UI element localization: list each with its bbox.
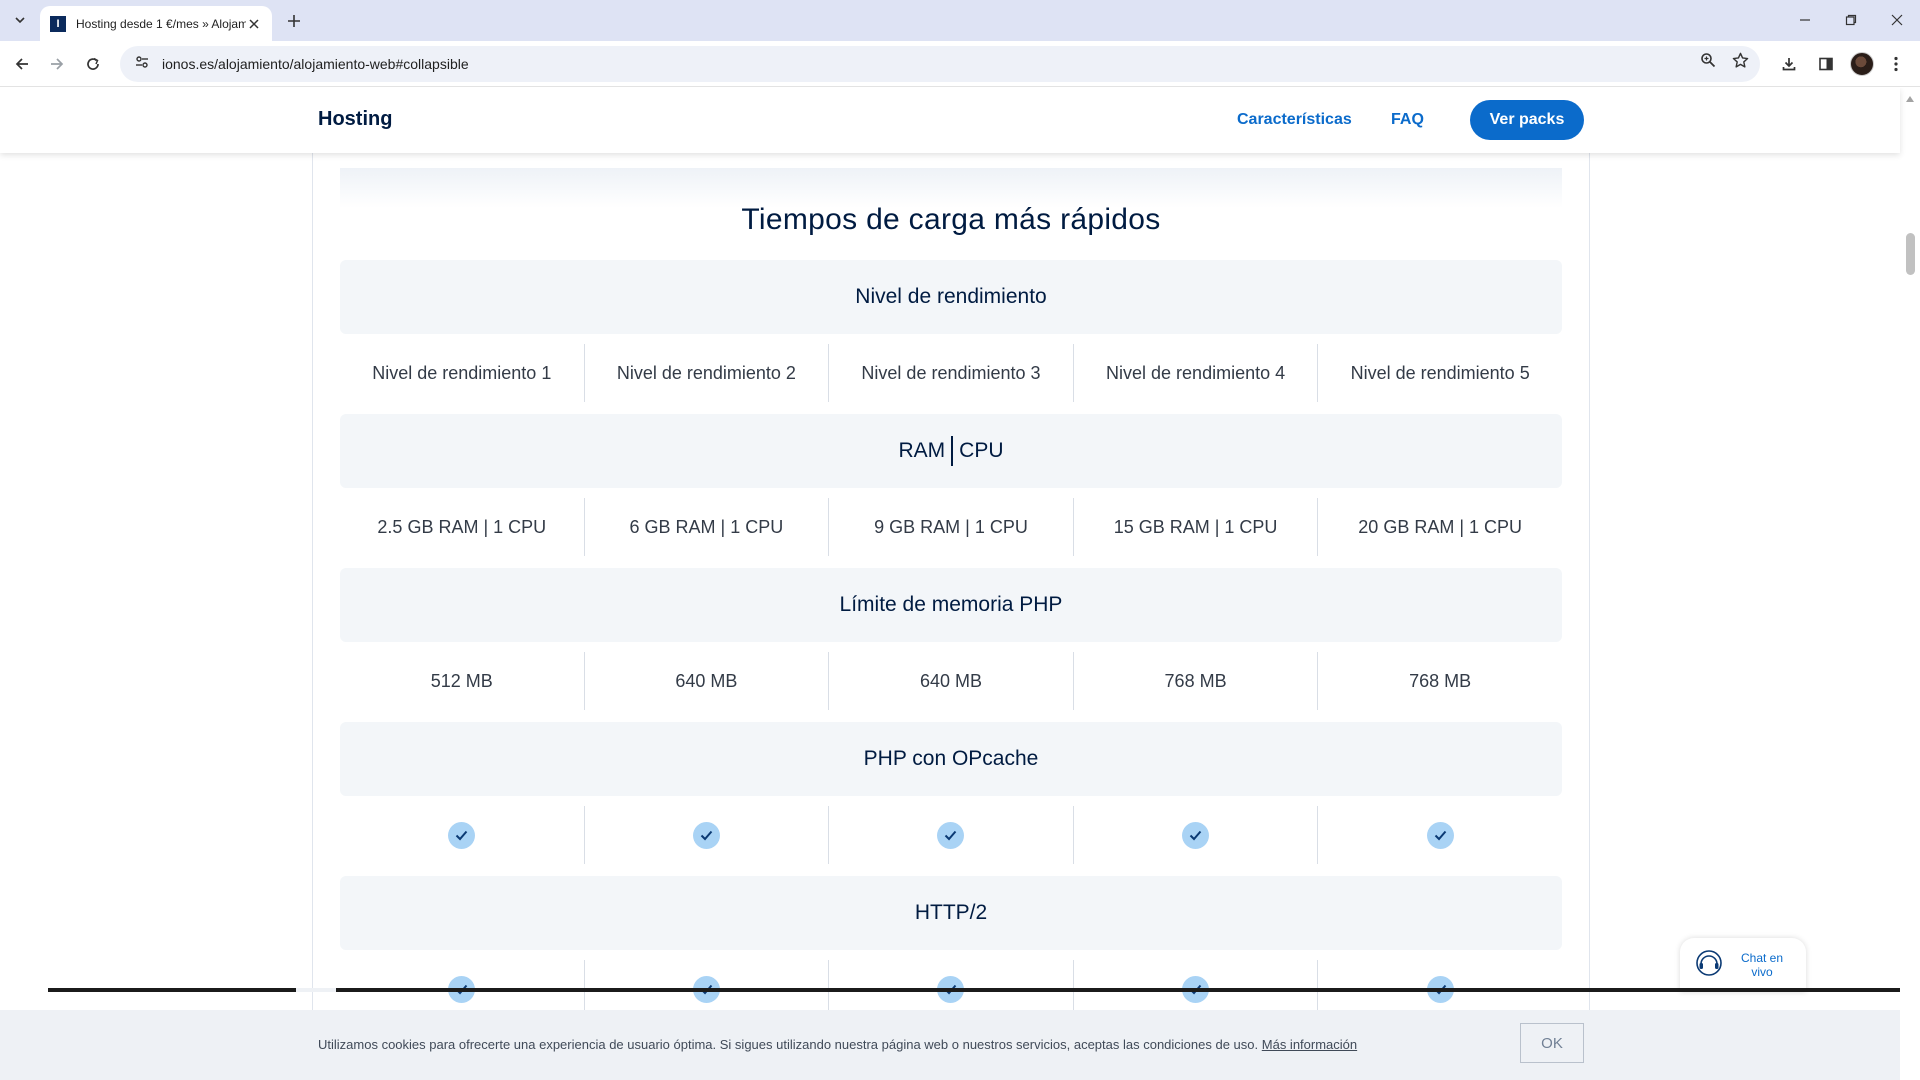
brand-title[interactable]: Hosting (318, 108, 392, 131)
table-cell: Nivel de rendimiento 2 (585, 344, 830, 402)
browser-menu-icon[interactable] (1882, 50, 1910, 78)
browser-toolbar: ionos.es/alojamiento/alojamiento-web#col… (0, 41, 1920, 87)
address-bar[interactable]: ionos.es/alojamiento/alojamiento-web#col… (120, 46, 1760, 82)
group-header-ram-cpu: RAM CPU (340, 414, 1562, 488)
table-cell: 20 GB RAM | 1 CPU (1358, 516, 1523, 537)
ionos-favicon-icon: I (50, 15, 66, 32)
forward-arrow-icon[interactable] (43, 50, 71, 78)
table-cell: 2.5 GB RAM | 1 CPU (340, 498, 585, 556)
checkmark-icon (1182, 821, 1210, 849)
download-icon[interactable] (1775, 50, 1803, 78)
scrollbar-thumb[interactable] (1906, 233, 1915, 275)
back-arrow-icon[interactable] (8, 50, 36, 78)
nav-link-faq[interactable]: FAQ (1391, 111, 1424, 129)
group-header-opcache: PHP con OPcache (340, 722, 1562, 796)
table-cell (829, 806, 1074, 864)
row-php-memory: 512 MB 640 MB 640 MB 768 MB 768 MB (340, 652, 1562, 710)
group-header-performance: Nivel de rendimiento (340, 260, 1562, 334)
bookmark-star-icon[interactable] (1730, 50, 1750, 70)
table-cell: 768 MB (1074, 652, 1319, 710)
taskbar-gap (296, 988, 336, 992)
checkmark-icon (448, 821, 476, 849)
divider-bar (951, 436, 954, 466)
table-cell (340, 806, 585, 864)
live-chat-button[interactable]: Chat en vivo (1680, 938, 1806, 992)
profile-avatar[interactable] (1850, 52, 1874, 76)
table-cell: 6 GB RAM | 1 CPU (585, 498, 830, 556)
site-settings-icon[interactable] (134, 54, 150, 75)
chat-label-line2: vivo (1751, 965, 1773, 979)
table-cell: Nivel de rendimiento 4 (1074, 344, 1319, 402)
row-opcache (340, 806, 1562, 864)
checkmark-icon (937, 821, 965, 849)
ver-packs-button[interactable]: Ver packs (1470, 100, 1584, 140)
new-tab-plus-icon[interactable] (283, 10, 305, 32)
window-close-icon[interactable] (1882, 8, 1912, 32)
browser-tab-bar: I Hosting desde 1 €/mes » Alojamiento (0, 0, 1920, 41)
table-cell: 512 MB (340, 652, 585, 710)
tab-list-chevron-icon[interactable] (8, 8, 32, 32)
tab-close-icon[interactable] (246, 16, 262, 32)
table-cell: 9 GB RAM | 1 CPU (829, 498, 1074, 556)
cookie-ok-button[interactable]: OK (1520, 1023, 1584, 1063)
browser-tab[interactable]: I Hosting desde 1 €/mes » Alojamiento (40, 6, 272, 41)
scroll-up-arrow-icon[interactable] (1905, 90, 1915, 102)
checkmark-icon (692, 821, 720, 849)
group-header-php-memory: Límite de memoria PHP (340, 568, 1562, 642)
restore-icon[interactable] (1836, 8, 1866, 32)
sticky-header: Hosting Características FAQ Ver packs (0, 88, 1900, 153)
row-ram-cpu: 2.5 GB RAM | 1 CPU 6 GB RAM | 1 CPU 9 GB… (340, 498, 1562, 556)
favicon-letter: I (56, 17, 60, 30)
row-performance: Nivel de rendimiento 1 Nivel de rendimie… (340, 344, 1562, 402)
checkmark-icon (1426, 821, 1454, 849)
table-cell: 15 GB RAM | 1 CPU (1074, 498, 1319, 556)
table-cell (585, 806, 830, 864)
table-cell: Nivel de rendimiento 1 (340, 344, 585, 402)
section-title: Tiempos de carga más rápidos (741, 203, 1161, 236)
cookie-text: Utilizamos cookies para ofrecerte una ex… (318, 1037, 1357, 1052)
table-cell (1318, 806, 1562, 864)
more-info-link[interactable]: Más información (1262, 1037, 1357, 1052)
table-cell: 768 MB (1409, 670, 1472, 691)
chat-label-line1: Chat en (1740, 951, 1784, 965)
table-cell: Nivel de rendimiento 3 (829, 344, 1074, 402)
table-cell (1074, 806, 1319, 864)
minimize-icon[interactable] (1790, 8, 1820, 32)
nav-link-caracteristicas[interactable]: Características (1237, 111, 1352, 129)
url-text: ionos.es/alojamiento/alojamiento-web#col… (162, 56, 469, 72)
page-viewport: Hosting Características FAQ Ver packs Ti… (0, 88, 1920, 1080)
reload-icon[interactable] (79, 50, 107, 78)
cookie-message: Utilizamos cookies para ofrecerte una ex… (318, 1037, 1259, 1052)
side-panel-icon[interactable] (1812, 50, 1840, 78)
chat-agent-headset-icon (1694, 948, 1724, 983)
table-cell: 640 MB (585, 652, 830, 710)
chat-label: Chat en vivo (1734, 951, 1790, 979)
zoom-magnifier-icon[interactable] (1698, 50, 1718, 70)
ram-label: RAM (898, 439, 946, 462)
cookie-banner: Utilizamos cookies para ofrecerte una ex… (0, 1010, 1900, 1080)
tab-title: Hosting desde 1 €/mes » Alojamiento (76, 16, 246, 31)
fade-strip (340, 168, 1562, 208)
table-cell: Nivel de rendimiento 5 (1350, 362, 1530, 383)
group-header-http2: HTTP/2 (340, 876, 1562, 950)
table-cell: 640 MB (829, 652, 1074, 710)
cpu-label: CPU (959, 439, 1004, 462)
ram-cpu-title: RAM CPU (898, 436, 1004, 466)
